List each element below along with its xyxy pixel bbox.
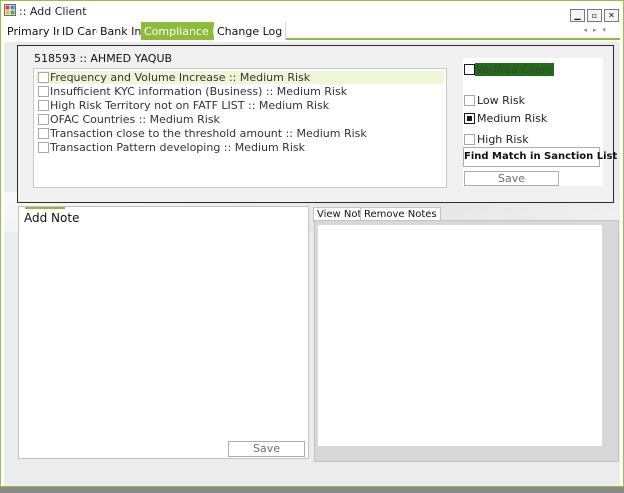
risk-assessment-panel: 518593 :: AHMED YAQUB Frequency and Volu…: [17, 45, 617, 203]
restore-button[interactable]: ▫: [587, 9, 602, 22]
tab-scroll-controls[interactable]: ◂▸▾: [583, 26, 612, 34]
tab-scroll-left-icon[interactable]: ◂: [583, 26, 593, 34]
close-button[interactable]: ✕: [604, 9, 619, 22]
risk-item-threshold-amount[interactable]: Transaction close to the threshold amoun…: [36, 127, 444, 140]
risk-item-checkbox[interactable]: [38, 114, 49, 125]
risk-item-checkbox[interactable]: [38, 142, 49, 153]
add-note-label: Add Note: [24, 211, 80, 225]
add-client-window: :: Add Client ▁ ▫ ✕ Primary Info ID Card…: [0, 0, 624, 487]
risk-item-checkbox[interactable]: [38, 100, 49, 111]
risk-item-label: Frequency and Volume Increase :: Medium …: [50, 71, 311, 84]
low-risk-label: Low Risk: [477, 94, 525, 107]
tab-change-log[interactable]: Change Log: [214, 22, 287, 40]
high-risk-label: High Risk: [477, 133, 529, 146]
medium-risk-label: Medium Risk: [477, 112, 548, 125]
risk-item-label: OFAC Countries :: Medium Risk: [50, 113, 220, 126]
window-bottom-edge: [0, 487, 624, 493]
notes-display-area[interactable]: [318, 225, 602, 446]
risk-factor-list[interactable]: Frequency and Volume Increase :: Medium …: [33, 68, 447, 188]
find-match-sanction-button[interactable]: Find Match in Sanction List: [463, 147, 617, 167]
risk-item-high-risk-territory[interactable]: High Risk Territory not on FATF LIST :: …: [36, 99, 444, 112]
restore-icon: ▫: [591, 11, 598, 20]
verified-client-checkbox[interactable]: [464, 64, 475, 75]
view-notes-panel: [314, 220, 619, 462]
risk-level-panel: Verified Client Low Risk Medium Risk Hig…: [463, 58, 617, 186]
note-save-button[interactable]: Save: [228, 441, 305, 457]
risk-item-checkbox[interactable]: [38, 128, 49, 139]
compliance-risk-page: 518593 :: AHMED YAQUB Frequency and Volu…: [4, 42, 620, 486]
close-icon: ✕: [608, 11, 615, 20]
medium-risk-checkbox[interactable]: [464, 113, 475, 124]
risk-item-checkbox[interactable]: [38, 72, 49, 83]
risk-item-label: Transaction Pattern developing :: Medium…: [50, 141, 305, 154]
risk-item-label: Insufficient KYC information (Business) …: [50, 85, 348, 98]
risk-item-checkbox[interactable]: [38, 86, 49, 97]
risk-save-button[interactable]: Save: [464, 171, 559, 186]
app-window-icon: [4, 4, 16, 16]
tab-remove-notes[interactable]: Remove Notes: [360, 207, 441, 221]
title-bar[interactable]: :: Add Client: [1, 1, 623, 21]
client-id-label: 518593 :: AHMED YAQUB: [34, 52, 173, 65]
main-tab-bar: Primary Info ID Card Bank Info Complianc…: [4, 22, 620, 40]
minimize-icon: ▁: [574, 11, 581, 20]
risk-item-label: High Risk Territory not on FATF LIST :: …: [50, 99, 330, 112]
verified-client-label[interactable]: Verified Client: [475, 63, 555, 76]
risk-item-insufficient-kyc[interactable]: Insufficient KYC information (Business) …: [36, 85, 444, 98]
add-note-panel[interactable]: Add Note Save: [18, 206, 309, 459]
risk-item-transaction-pattern[interactable]: Transaction Pattern developing :: Medium…: [36, 141, 444, 154]
note-tab-accent: [25, 207, 65, 209]
risk-item-ofac-countries[interactable]: OFAC Countries :: Medium Risk: [36, 113, 444, 126]
window-title: :: Add Client: [19, 5, 87, 18]
risk-item-frequency-volume[interactable]: Frequency and Volume Increase :: Medium …: [36, 71, 444, 84]
minimize-button[interactable]: ▁: [570, 9, 585, 22]
tab-list-menu-icon[interactable]: ▾: [602, 26, 612, 34]
risk-item-label: Transaction close to the threshold amoun…: [50, 127, 367, 140]
high-risk-checkbox[interactable]: [464, 134, 475, 145]
low-risk-checkbox[interactable]: [464, 95, 475, 106]
